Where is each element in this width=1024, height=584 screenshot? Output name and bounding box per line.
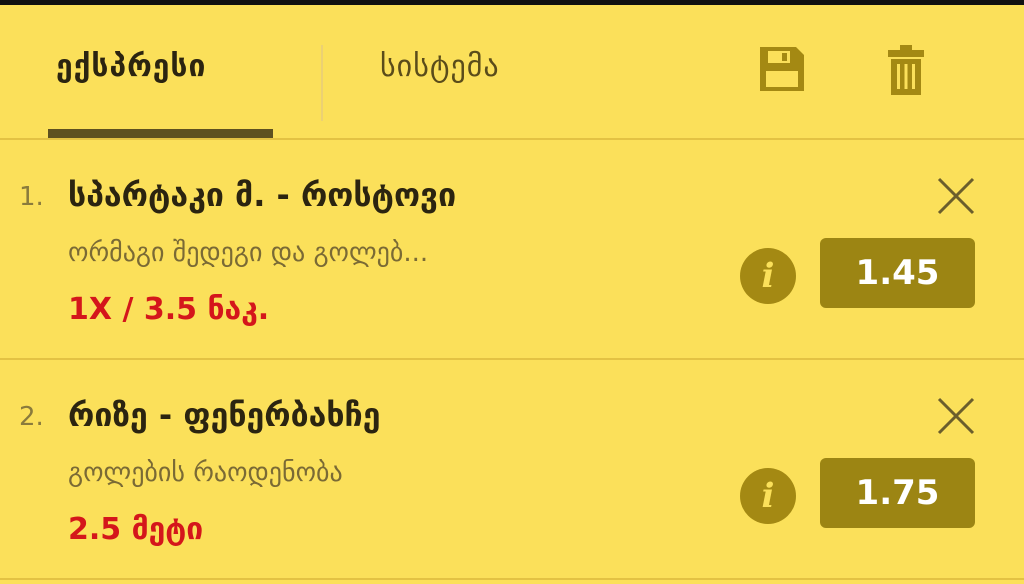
tab-express[interactable]: ექსპრესი — [56, 49, 206, 84]
tab-system[interactable]: სისტემა — [380, 49, 500, 84]
bet-index: 2. — [19, 402, 44, 432]
bet-pick: 1X / 3.5 ნაკ. — [68, 292, 270, 327]
odds-button[interactable]: 1.45 — [820, 238, 975, 308]
betslip-header: ექსპრესი სისტემა — [0, 5, 1024, 140]
bet-match-name: რიზე - ფენერბახჩე — [68, 396, 381, 434]
bet-match-name: სპარტაკი მ. - როსტოვი — [68, 176, 457, 214]
bet-market: ორმაგი შედეგი და გოლებ... — [68, 238, 429, 268]
active-tab-indicator — [48, 129, 273, 138]
close-icon[interactable] — [936, 176, 976, 216]
bet-market: გოლების რაოდენობა — [68, 458, 343, 488]
bet-row: 1. სპარტაკი მ. - როსტოვი ორმაგი შედეგი დ… — [0, 140, 1024, 360]
info-icon[interactable]: i — [740, 468, 796, 524]
bet-row: 2. რიზე - ფენერბახჩე გოლების რაოდენობა 2… — [0, 360, 1024, 580]
tab-divider — [321, 45, 323, 121]
trash-icon[interactable] — [888, 45, 924, 99]
bet-pick: 2.5 მეტი — [68, 512, 204, 547]
bet-index: 1. — [19, 182, 44, 212]
odds-button[interactable]: 1.75 — [820, 458, 975, 528]
save-icon[interactable] — [758, 45, 806, 97]
info-icon[interactable]: i — [740, 248, 796, 304]
close-icon[interactable] — [936, 396, 976, 436]
